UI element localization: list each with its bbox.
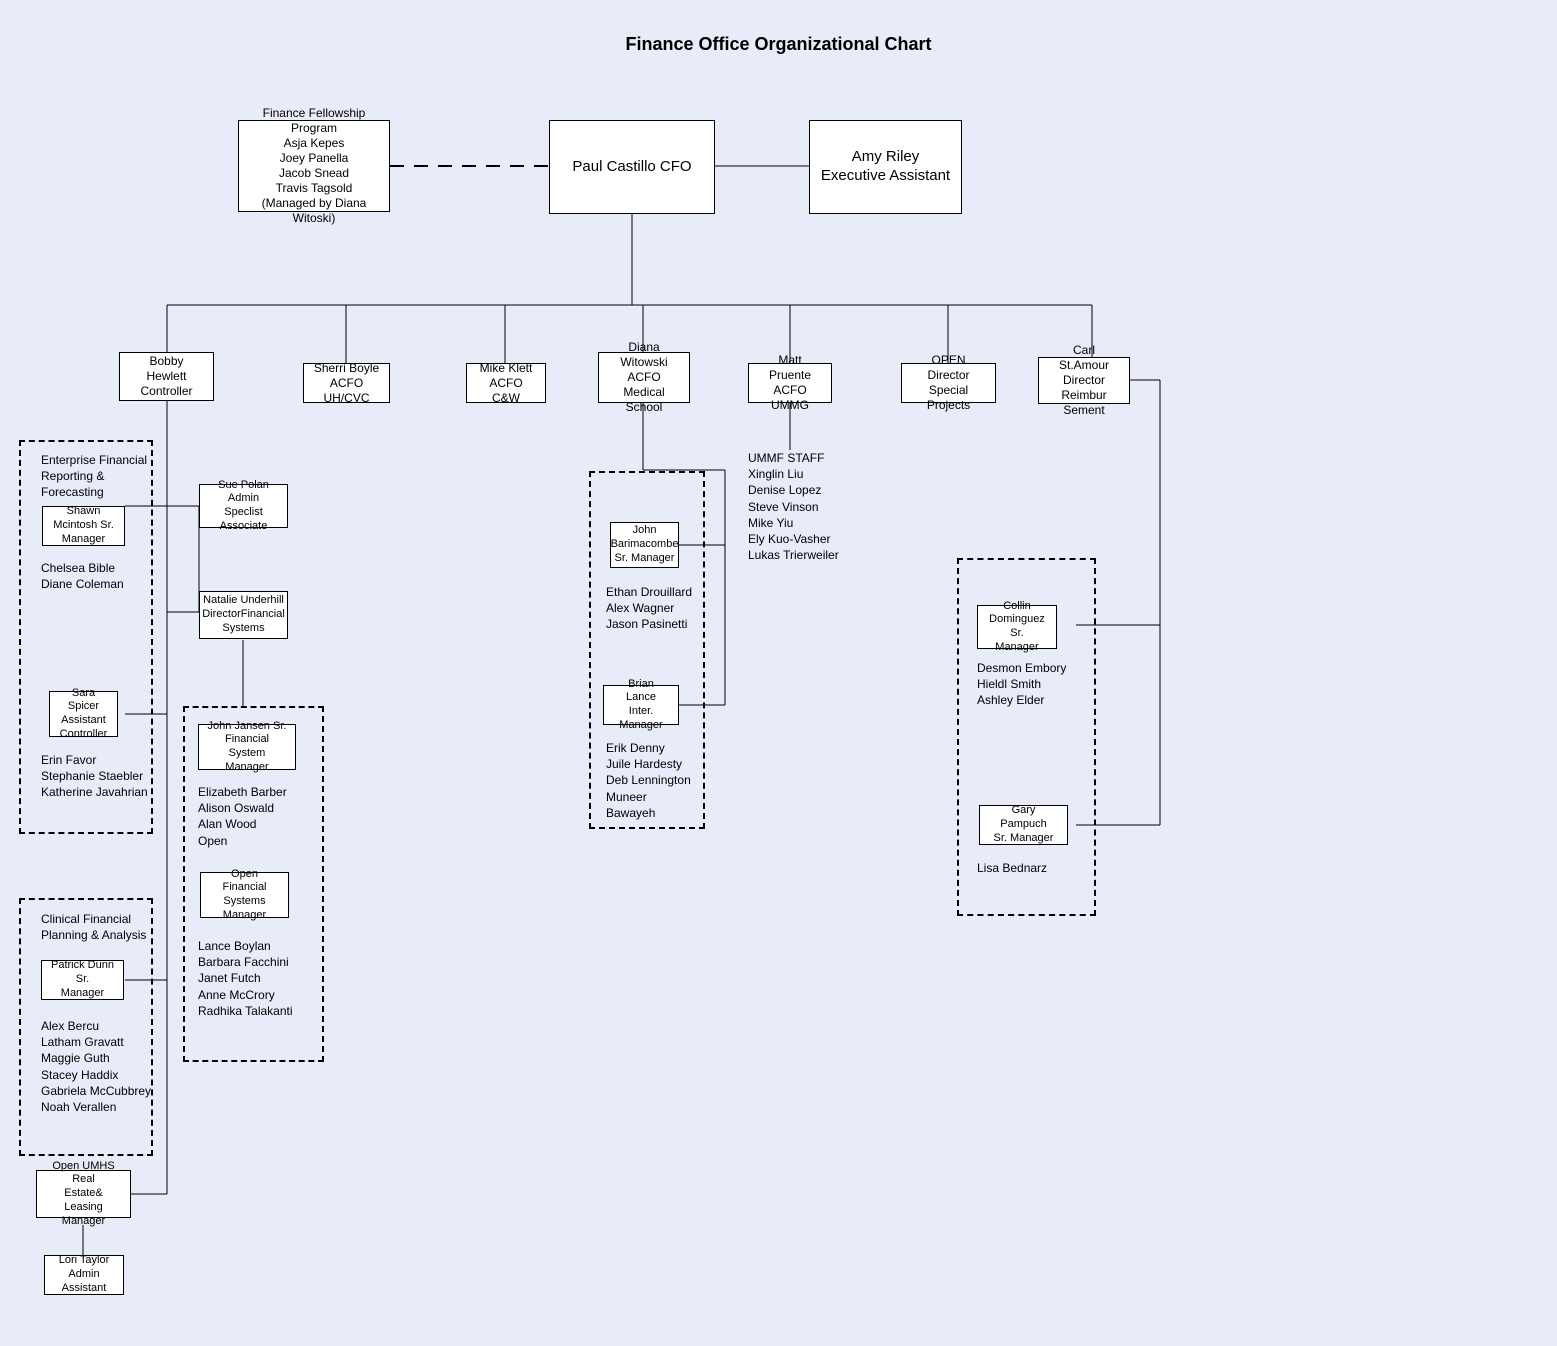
natalie-box: Natalie Underhill DirectorFinancial Syst… [199, 591, 288, 639]
open-fsm-staff: Lance Boylan Barbara Facchini Janet Futc… [198, 938, 293, 1019]
exec-assistant-box: Amy Riley Executive Assistant [809, 120, 962, 214]
acfo-ummg-box: Matt Pruente ACFO UMMG [748, 363, 832, 403]
acfo-cw-box: Mike Klett ACFO C&W [466, 363, 546, 403]
john-b-staff: Ethan Drouillard Alex Wagner Jason Pasin… [606, 584, 692, 633]
cfpa-staff: Alex Bercu Latham Gravatt Maggie Guth St… [41, 1018, 151, 1115]
fellowship-box: Finance Fellowship Program Asja Kepes Jo… [238, 120, 390, 212]
org-chart-canvas: Finance Office Organizational Chart [0, 0, 1557, 1346]
jansen-staff: Elizabeth Barber Alison Oswald Alan Wood… [198, 784, 287, 849]
sara-staff: Erin Favor Stephanie Staebler Katherine … [41, 752, 148, 801]
stamour-box: Carl St.Amour Director Reimbur Sement [1038, 357, 1130, 404]
collin-box: Collin Dominguez Sr. Manager [977, 605, 1057, 649]
realestate-box: Open UMHS Real Estate& Leasing Manager [36, 1170, 131, 1218]
brian-staff: Erik Denny Juile Hardesty Deb Lennington… [606, 740, 691, 821]
jansen-box: John Jansen Sr. Financial System Manager [198, 724, 296, 770]
cfpa-header: Clinical Financial Planning & Analysis [41, 911, 146, 943]
sara-box: Sara Spicer Assistant Controller [49, 691, 118, 737]
open-director-box: OPEN Director Special Projects [901, 363, 996, 403]
cfo-box: Paul Castillo CFO [549, 120, 715, 214]
efr-staff: Chelsea Bible Diane Coleman [41, 560, 124, 592]
gary-staff: Lisa Bednarz [977, 860, 1047, 876]
brian-box: Brian Lance Inter. Manager [603, 685, 679, 725]
john-b-box: John Barimacombe Sr. Manager [610, 522, 679, 568]
acfo-uhcvc-box: Sherri Boyle ACFO UH/CVC [303, 363, 390, 403]
ummg-staff: UMMF STAFF Xinglin Liu Denise Lopez Stev… [748, 450, 839, 563]
patrick-box: Patrick Dunn Sr. Manager [41, 960, 124, 1000]
chart-title: Finance Office Organizational Chart [0, 34, 1557, 55]
controller-box: Bobby Hewlett Controller [119, 352, 214, 401]
acfo-med-box: Diana Witowski ACFO Medical School [598, 352, 690, 403]
sue-box: Sue Polan Admin Speclist Associate [199, 484, 288, 528]
open-fsm-box: Open Financial Systems Manager [200, 872, 289, 918]
gary-box: Gary Pampuch Sr. Manager [979, 805, 1068, 845]
lori-box: Lori Taylor Admin Assistant [44, 1255, 124, 1295]
connectors [0, 0, 1557, 1346]
shawn-box: Shawn Mcintosh Sr. Manager [42, 506, 125, 546]
collin-staff: Desmon Embory Hieldl Smith Ashley Elder [977, 660, 1066, 709]
efr-header: Enterprise Financial Reporting & Forecas… [41, 452, 147, 501]
